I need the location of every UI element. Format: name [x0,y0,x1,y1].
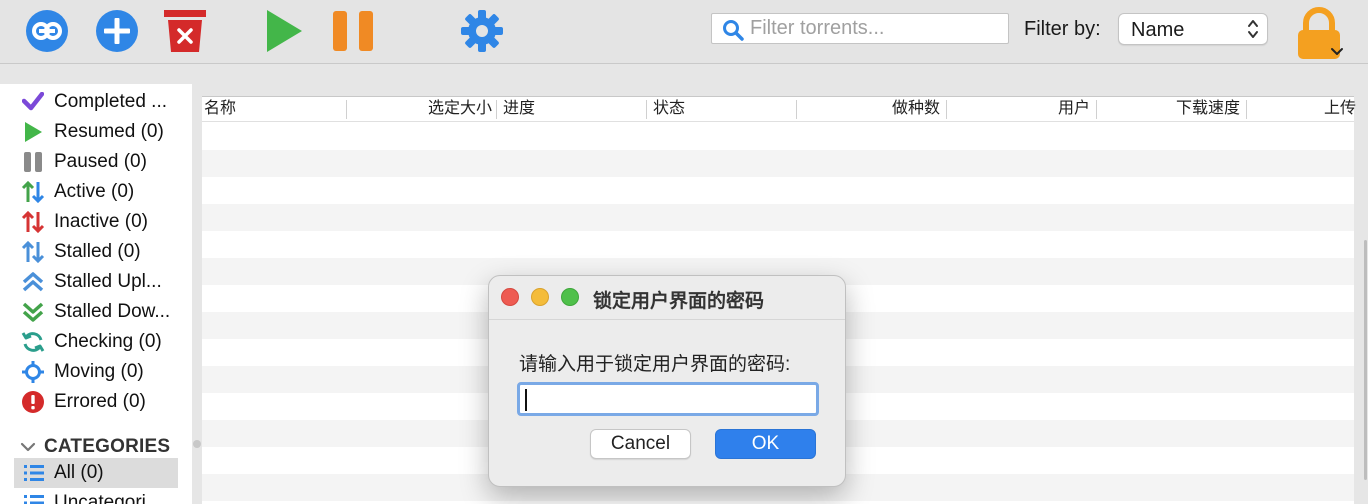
scrollbar-thumb[interactable] [1364,240,1367,480]
table-row[interactable] [202,123,1354,150]
status-filter-stalled-uploading[interactable]: Stalled Upl... [12,267,192,297]
stalled-upload-icon [12,267,54,297]
lock-password-dialog: 锁定用户界面的密码 请输入用于锁定用户界面的密码: Cancel OK [488,275,846,487]
gear-icon [461,10,503,52]
resume-button[interactable] [260,8,306,54]
add-link-button[interactable] [24,8,70,54]
options-button[interactable] [459,8,505,54]
pause-icon [12,147,54,177]
status-filter-stalled[interactable]: Stalled (0) [12,237,192,267]
stalled-arrows-icon [12,237,54,267]
plus-icon [96,10,138,52]
filter-by-select[interactable]: Name [1118,13,1268,45]
column-header-peers[interactable]: 用户 [1058,97,1090,122]
filter-by-value: Name [1131,19,1185,41]
column-divider[interactable] [1096,100,1097,119]
text-caret [525,389,527,411]
column-divider[interactable] [646,100,647,119]
column-header-status[interactable]: 状态 [653,97,685,122]
status-filter-moving[interactable]: Moving (0) [12,357,192,387]
dialog-titlebar[interactable]: 锁定用户界面的密码 [489,276,845,320]
moving-icon [12,357,54,387]
chevron-down-icon [20,442,36,452]
list-icon [14,488,54,504]
filter-torrents-input[interactable] [750,16,1000,41]
category-all[interactable]: All (0) [14,458,178,488]
pause-button[interactable] [330,8,376,54]
category-uncategorized[interactable]: Uncategori... [14,488,178,504]
column-header-download-speed[interactable]: 下载速度 [1176,97,1240,122]
active-arrows-icon [12,177,54,207]
play-icon [267,10,302,52]
error-icon [12,387,54,417]
column-header-upload-speed[interactable]: 上传 [1324,97,1356,122]
cancel-button[interactable]: Cancel [590,429,691,459]
dialog-title: 锁定用户界面的密码 [593,291,765,312]
column-header-progress[interactable]: 进度 [503,97,535,122]
trash-icon [164,10,206,52]
splitter-handle[interactable] [193,440,201,448]
status-filter-stalled-downloading[interactable]: Stalled Dow... [12,297,192,327]
column-header-seeds[interactable]: 做种数 [892,97,940,122]
play-icon [12,117,54,147]
column-divider[interactable] [946,100,947,119]
zoom-window-button[interactable] [561,288,579,306]
table-row[interactable] [202,177,1354,204]
table-row[interactable] [202,231,1354,258]
ok-button[interactable]: OK [715,429,816,459]
toolbar: Filter by: Name [0,0,1368,64]
column-divider[interactable] [1246,100,1247,119]
pause-icon [333,11,373,51]
stalled-download-icon [12,297,54,327]
status-filter-errored[interactable]: Errored (0) [12,387,192,417]
table-row[interactable] [202,204,1354,231]
table-header: 名称 选定大小 进度 状态 做种数 用户 下载速度 上传 [202,97,1356,122]
close-window-button[interactable] [501,288,519,306]
sidebar-splitter[interactable] [192,64,202,504]
column-divider[interactable] [346,100,347,119]
status-filter-checking[interactable]: Checking (0) [12,327,192,357]
column-divider[interactable] [496,100,497,119]
inactive-arrows-icon [12,207,54,237]
delete-button[interactable] [162,8,208,54]
status-filter-resumed[interactable]: Resumed (0) [12,117,192,147]
minimize-window-button[interactable] [531,288,549,306]
check-icon [12,87,54,117]
column-divider[interactable] [796,100,797,119]
link-icon [26,10,68,52]
updown-chevron-icon [1248,20,1258,38]
status-filter-paused[interactable]: Paused (0) [12,147,192,177]
status-filter-active[interactable]: Active (0) [12,177,192,207]
status-filter-inactive[interactable]: Inactive (0) [12,207,192,237]
password-field[interactable] [517,382,819,416]
dialog-prompt: 请输入用于锁定用户界面的密码: [519,354,791,375]
column-header-selected-size[interactable]: 选定大小 [428,97,492,122]
chevron-down-icon[interactable] [1330,47,1344,57]
list-icon [14,458,54,488]
table-row[interactable] [202,150,1354,177]
filter-torrents-field[interactable] [711,13,1009,44]
column-header-name[interactable]: 名称 [204,97,236,122]
search-icon [723,20,744,41]
refresh-icon [12,327,54,357]
filter-by-label: Filter by: [1024,18,1101,40]
add-torrent-button[interactable] [94,8,140,54]
status-filter-completed[interactable]: Completed ... [12,87,192,117]
